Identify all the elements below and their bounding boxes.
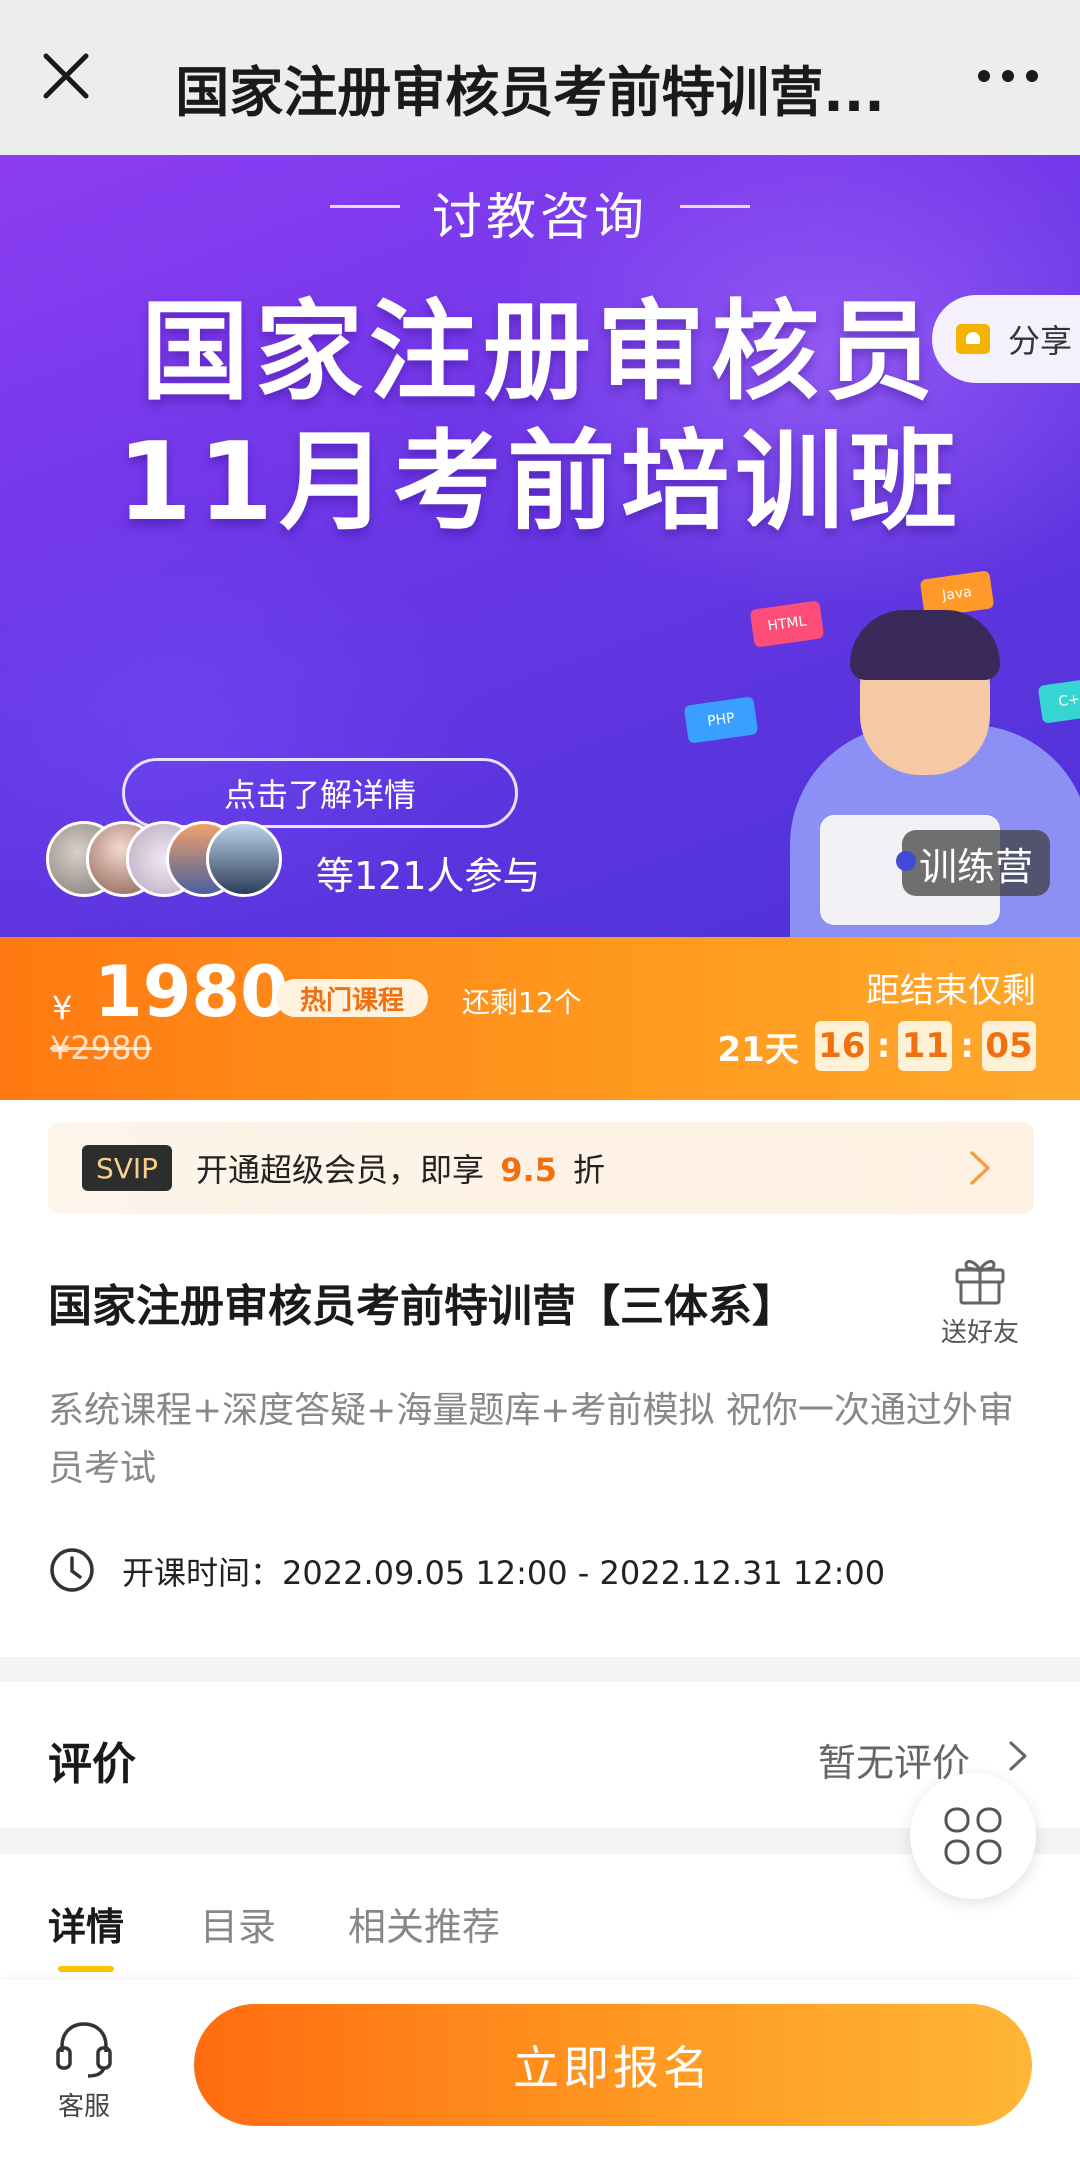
course-description: 系统课程+深度答疑+海量题库+考前模拟 祝你一次通过外审员考试 bbox=[48, 1390, 1014, 1489]
share-button[interactable]: 分享 bbox=[932, 295, 1080, 383]
course-schedule: 开课时间：2022.09.05 12:00 - 2022.12.31 12:00 bbox=[122, 1554, 886, 1592]
top-navigation-bar: 国家注册审核员考前特训营... bbox=[0, 0, 1080, 155]
floating-menu-button[interactable] bbox=[910, 1773, 1036, 1899]
countdown-hours: 16 bbox=[814, 1021, 869, 1071]
tab-catalog[interactable]: 目录 bbox=[200, 1896, 276, 1951]
badge-dot bbox=[896, 851, 916, 871]
current-price: 1980 bbox=[94, 951, 289, 1033]
countdown-seconds: 05 bbox=[982, 1021, 1036, 1071]
svip-badge: SVIP bbox=[82, 1145, 172, 1191]
currency-symbol: ¥ bbox=[52, 989, 73, 1027]
gift-icon bbox=[955, 1260, 1005, 1305]
countdown-days: 21天 bbox=[717, 1029, 799, 1070]
course-page: 国家注册审核员考前特训营... 讨教咨询 国家注册审核员 11月考前培训班 分享… bbox=[0, 0, 1080, 2158]
gift-to-friend-button[interactable]: 送好友 bbox=[930, 1254, 1030, 1349]
bottom-action-bar: 客服 立即报名 bbox=[0, 1980, 1080, 2158]
customer-service-label: 客服 bbox=[57, 2092, 110, 2122]
tab-details[interactable]: 详情 bbox=[48, 1896, 124, 1951]
tag-card: HTML bbox=[749, 600, 825, 648]
close-icon[interactable] bbox=[40, 50, 92, 102]
countdown-separator: : bbox=[876, 1026, 891, 1066]
tab-recommendations[interactable]: 相关推荐 bbox=[348, 1896, 500, 1951]
course-banner[interactable]: 讨教咨询 国家注册审核员 11月考前培训班 分享 HTML Java PHP C… bbox=[0, 155, 1080, 937]
share-label: 分享 bbox=[1008, 322, 1073, 360]
price-bar: ¥ 1980 热门课程 还剩12个 ¥2980 距结束仅剩 21天 16 : 1… bbox=[0, 937, 1080, 1100]
chevron-right-icon bbox=[970, 1151, 990, 1185]
course-title: 国家注册审核员考前特训营【三体系】 bbox=[48, 1281, 796, 1332]
countdown-minutes: 11 bbox=[898, 1021, 953, 1071]
illustration-person bbox=[850, 610, 1000, 680]
svip-text-after: 折 bbox=[573, 1151, 606, 1189]
banner-title-line2: 11月考前培训班 bbox=[116, 420, 964, 545]
headset-icon bbox=[56, 2022, 112, 2078]
tag-card: C++ bbox=[1037, 676, 1080, 724]
participant-count: 等121人参与 bbox=[316, 854, 541, 898]
gift-label: 送好友 bbox=[940, 1318, 1019, 1348]
tag-card: PHP bbox=[683, 696, 759, 744]
avatar bbox=[206, 821, 282, 897]
reviews-title: 评价 bbox=[48, 1739, 136, 1790]
more-options-icon[interactable] bbox=[976, 64, 1040, 88]
enroll-now-button[interactable]: 立即报名 bbox=[194, 2004, 1032, 2126]
customer-service-button[interactable]: 客服 bbox=[48, 2018, 120, 2123]
view-details-button[interactable]: 点击了解详情 bbox=[122, 758, 518, 828]
hot-course-badge: 热门课程 bbox=[276, 979, 429, 1017]
page-title: 国家注册审核员考前特训营... bbox=[175, 61, 885, 124]
grid-menu-icon bbox=[944, 1807, 1002, 1865]
remaining-count: 还剩12个 bbox=[462, 986, 582, 1019]
original-price: ¥2980 bbox=[50, 1029, 152, 1067]
share-icon bbox=[956, 324, 990, 354]
svip-text-before: 开通超级会员，即享 bbox=[196, 1151, 485, 1189]
banner-subtitle: 讨教咨询 bbox=[432, 188, 648, 246]
countdown-separator: : bbox=[960, 1026, 974, 1066]
chevron-right-icon bbox=[1009, 1741, 1027, 1771]
course-info-card: SVIP 开通超级会员，即享 9.5 折 国家注册审核员考前特训营【三体系】 送… bbox=[0, 1100, 1080, 1657]
participant-avatars bbox=[46, 821, 282, 899]
countdown-label: 距结束仅剩 bbox=[866, 971, 1036, 1011]
countdown-timer: 21天 16 : 11 : 05 bbox=[717, 1021, 1036, 1071]
svip-text: 开通超级会员，即享 9.5 折 bbox=[196, 1145, 605, 1191]
active-tab-indicator bbox=[58, 1966, 114, 1972]
camp-badge: 训练营 bbox=[902, 830, 1050, 896]
svip-discount-rate: 9.5 bbox=[500, 1151, 557, 1189]
clock-icon bbox=[50, 1548, 94, 1592]
svip-banner[interactable]: SVIP 开通超级会员，即享 9.5 折 bbox=[48, 1122, 1034, 1214]
content-tabs: 详情 目录 相关推荐 bbox=[0, 1854, 1080, 1984]
